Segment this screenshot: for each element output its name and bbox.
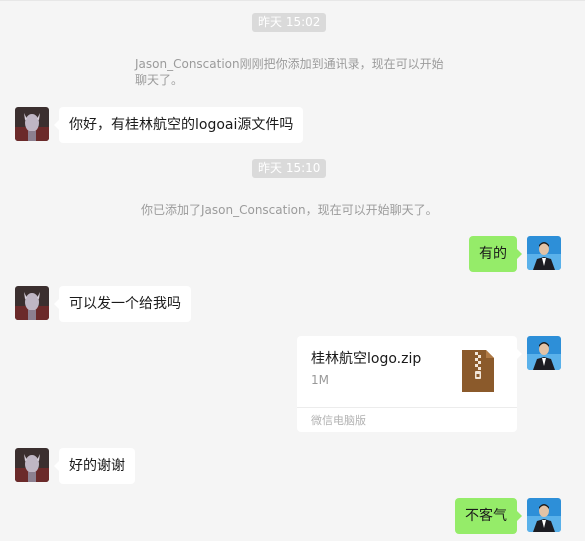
avatar-image (15, 286, 49, 320)
file-source-label: 微信电脑版 (311, 414, 366, 427)
zip-file-icon (462, 350, 494, 392)
avatar-image (15, 448, 49, 482)
contact-avatar[interactable] (15, 107, 49, 141)
system-message-line: Jason_Conscation刚刚把你添加到通讯录，现在可以开始 (135, 57, 444, 71)
timestamp: 昨天 15:02 (252, 13, 327, 32)
incoming-message-bubble[interactable]: 好的谢谢 (54, 448, 135, 484)
file-message-card[interactable]: 桂林航空logo.zip 1M 微信电脑版 (297, 336, 522, 432)
my-avatar[interactable] (527, 336, 561, 370)
incoming-message-bubble[interactable]: 可以发一个给我吗 (54, 286, 191, 322)
system-message: 你已添加了Jason_Conscation，现在可以开始聊天了。 (141, 203, 438, 217)
my-avatar[interactable] (527, 236, 561, 270)
contact-avatar[interactable] (15, 448, 49, 482)
file-name: 桂林航空logo.zip (311, 351, 422, 367)
chat-history[interactable]: 昨天 15:02 Jason_Conscation刚刚把你添加到通讯录，现在可以… (0, 0, 585, 541)
file-size: 1M (311, 373, 329, 387)
outgoing-message-bubble[interactable]: 不客气 (455, 498, 522, 534)
my-avatar[interactable] (527, 498, 561, 532)
avatar-image (527, 336, 561, 370)
system-message-line: 聊天了。 (135, 73, 184, 87)
avatar-image (15, 107, 49, 141)
avatar-image (527, 498, 561, 532)
avatar-image (527, 236, 561, 270)
timestamp: 昨天 15:10 (252, 159, 327, 178)
incoming-message-bubble[interactable]: 你好，有桂林航空的logoai源文件吗 (53, 107, 304, 143)
divider (297, 407, 517, 408)
system-message: Jason_Conscation刚刚把你添加到通讯录，现在可以开始 聊天了。 (135, 56, 455, 88)
outgoing-message-bubble[interactable]: 有的 (469, 236, 522, 272)
contact-avatar[interactable] (15, 286, 49, 320)
